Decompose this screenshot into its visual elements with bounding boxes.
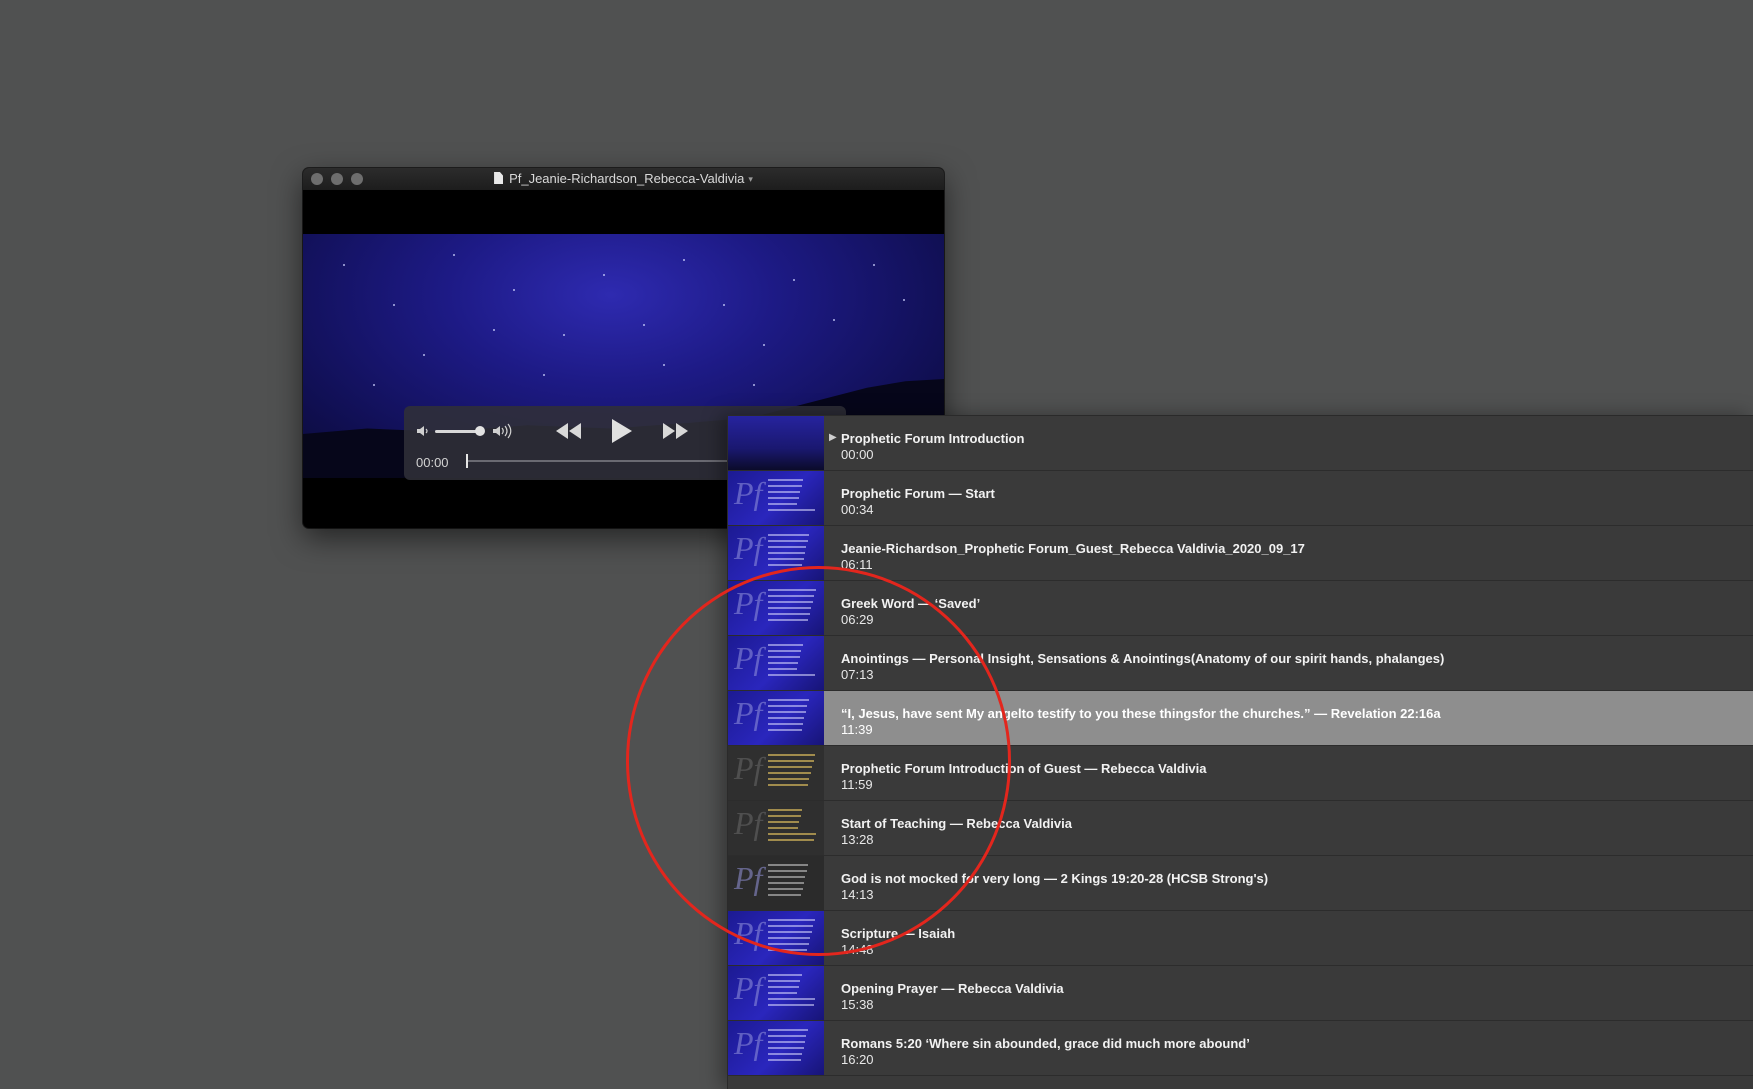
chapter-title: Romans 5:20 ‘Where sin abounded, grace d… [841,1036,1250,1051]
pf-logo-watermark: Pf [734,475,763,511]
chapter-time: 06:11 [841,557,873,572]
chapter-row[interactable]: Pf Romans 5:20 ‘Where sin abounded, grace… [728,1021,1753,1076]
pf-logo-watermark: Pf [734,805,763,841]
chapter-time: 11:59 [841,777,873,792]
chapter-row[interactable]: Pf Prophetic Forum — Start 00:34 [728,471,1753,526]
volume-high-icon[interactable] [492,423,516,439]
chapter-thumbnail: Pf [728,691,824,745]
chapter-time: 15:38 [841,997,874,1012]
chapter-title: Prophetic Forum Introduction of Guest — … [841,761,1207,776]
pf-logo-watermark: Pf [734,695,763,731]
chapter-row[interactable]: Pf Prophetic Forum Introduction of Guest … [728,746,1753,801]
chapter-time: 06:29 [841,612,874,627]
thumbnail-text-lines [768,754,816,790]
thumbnail-text-lines [768,479,816,515]
thumbnail-text-lines [768,699,816,735]
chapter-row[interactable]: Pf “I, Jesus, have sent My angelto testif… [728,691,1753,746]
pf-logo-watermark: Pf [734,915,763,951]
document-icon [494,172,504,184]
chapter-row[interactable]: Pf Greek Word — ‘Saved’ 06:29 [728,581,1753,636]
chapter-row[interactable]: Pf Anointings — Personal Insight, Sensati… [728,636,1753,691]
window-title-area[interactable]: Pf_Jeanie-Richardson_Rebecca-Valdivia ▾ [303,171,944,187]
thumbnail-text-lines [768,1029,816,1065]
chapter-title: Prophetic Forum — Start [841,486,995,501]
chapter-title: Greek Word — ‘Saved’ [841,596,981,611]
pf-logo-watermark: Pf [734,585,763,621]
chapter-thumbnail [728,416,824,470]
thumbnail-text-lines [768,534,816,570]
chapter-thumbnail: Pf [728,526,824,580]
chapter-thumbnail: Pf [728,581,824,635]
pf-logo-watermark: Pf [734,860,763,896]
chapter-title: Anointings — Personal Insight, Sensation… [841,651,1445,666]
chapter-title: Jeanie-Richardson_Prophetic Forum_Guest_… [841,541,1305,556]
chapter-time: 16:20 [841,1052,874,1067]
chapter-title: God is not mocked for very long — 2 King… [841,871,1269,886]
title-bar[interactable]: Pf_Jeanie-Richardson_Rebecca-Valdivia ▾ [303,168,944,191]
chapter-row[interactable]: Pf Start of Teaching — Rebecca Valdivia 13… [728,801,1753,856]
thumbnail-text-lines [768,974,816,1010]
chapter-thumbnail: Pf [728,746,824,800]
chapter-row[interactable]: Pf Opening Prayer — Rebecca Valdivia 15:38 [728,966,1753,1021]
chapter-time: 14:48 [841,942,874,957]
window-title: Pf_Jeanie-Richardson_Rebecca-Valdivia [509,171,745,186]
chapter-thumbnail: Pf [728,801,824,855]
chapter-thumbnail: Pf [728,471,824,525]
chapter-time: 13:28 [841,832,874,847]
current-time: 00:00 [416,455,449,470]
chapter-time: 14:13 [841,887,874,902]
chapter-thumbnail: Pf [728,856,824,910]
play-icon[interactable] [608,417,634,445]
chapter-thumbnail: Pf [728,1021,824,1075]
chapter-title: “I, Jesus, have sent My angelto testify … [841,706,1441,721]
chapter-thumbnail: Pf [728,966,824,1020]
chapter-thumbnail: Pf [728,911,824,965]
rewind-icon[interactable] [554,421,584,441]
thumbnail-text-lines [768,919,816,955]
pf-logo-watermark: Pf [734,530,763,566]
chapter-row[interactable]: Pf Scripture — Isaiah 14:48 [728,911,1753,966]
chapter-row[interactable]: ▶ Prophetic Forum Introduction 00:00 [728,416,1753,471]
thumbnail-text-lines [768,864,816,900]
thumbnail-text-lines [768,809,816,845]
chapter-list: ▶ Prophetic Forum Introduction 00:00 Pf Prop… [727,415,1753,1089]
chapter-title: Prophetic Forum Introduction [841,431,1025,446]
volume-low-icon[interactable] [416,424,430,438]
chapter-time: 00:00 [841,447,874,462]
fast-forward-icon[interactable] [660,421,690,441]
chapter-thumbnail: Pf [728,636,824,690]
chevron-down-icon[interactable]: ▾ [748,174,753,184]
chapter-time: 00:34 [841,502,874,517]
chapter-time: 07:13 [841,667,874,682]
pf-logo-watermark: Pf [734,1025,763,1061]
chapter-time: 11:39 [841,722,873,737]
chapter-title: Opening Prayer — Rebecca Valdivia [841,981,1064,996]
chapter-row[interactable]: Pf Jeanie-Richardson_Prophetic Forum_Gues… [728,526,1753,581]
now-playing-icon: ▶ [829,432,837,443]
thumbnail-text-lines [768,644,816,680]
chapter-title: Scripture — Isaiah [841,926,956,941]
volume-slider[interactable] [435,430,479,433]
chapter-row[interactable]: Pf God is not mocked for very long — 2 Ki… [728,856,1753,911]
pf-logo-watermark: Pf [734,970,763,1006]
pf-logo-watermark: Pf [734,640,763,676]
thumbnail-text-lines [768,589,816,625]
pf-logo-watermark: Pf [734,750,763,786]
chapter-title: Start of Teaching — Rebecca Valdivia [841,816,1072,831]
volume-slider-knob[interactable] [475,426,485,436]
